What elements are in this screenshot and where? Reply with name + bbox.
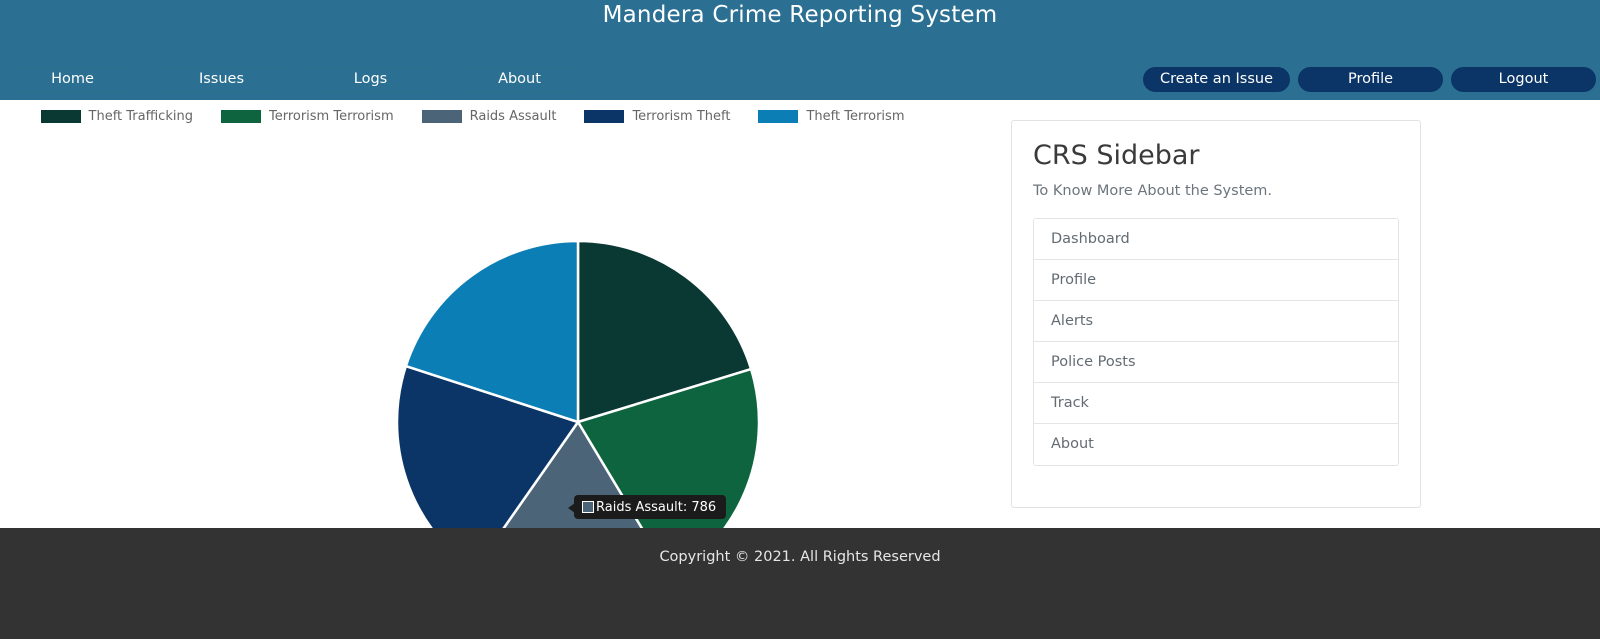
sidebar-item-about[interactable]: About [1034, 423, 1398, 465]
sidebar-item-track[interactable]: Track [1034, 382, 1398, 424]
app-header: Mandera Crime Reporting System Home Issu… [0, 0, 1600, 100]
nav-profile[interactable]: Profile [1298, 67, 1443, 92]
app-footer: Copyright © 2021. All Rights Reserved [0, 528, 1600, 639]
tooltip-arrow-icon [568, 503, 575, 513]
sidebar-list: Dashboard Profile Alerts Police Posts Tr… [1033, 217, 1399, 466]
account-navigation: Create an Issue Profile Logout [1143, 67, 1596, 92]
app-root: Mandera Crime Reporting System Home Issu… [0, 0, 1600, 639]
tooltip-label: Raids Assault: 786 [596, 499, 717, 515]
nav-logs[interactable]: Logs [298, 67, 443, 92]
page-title: Mandera Crime Reporting System [602, 2, 998, 28]
crime-pie-chart: Theft Trafficking Terrorism Terrorism Ra… [0, 100, 1010, 528]
crs-sidebar-card: CRS Sidebar To Know More About the Syste… [1011, 120, 1421, 508]
pie-svg[interactable] [0, 100, 1010, 528]
chart-tooltip: Raids Assault: 786 [568, 495, 727, 519]
sidebar-item-profile[interactable]: Profile [1034, 259, 1398, 301]
nav-create-issue[interactable]: Create an Issue [1143, 67, 1290, 92]
copyright-text: Copyright © 2021. All Rights Reserved [659, 549, 941, 565]
primary-navigation: Home Issues Logs About [0, 67, 592, 92]
nav-home[interactable]: Home [0, 67, 145, 92]
nav-issues[interactable]: Issues [149, 67, 294, 92]
sidebar-item-alerts[interactable]: Alerts [1034, 300, 1398, 342]
main-content: Theft Trafficking Terrorism Terrorism Ra… [0, 100, 1600, 528]
sidebar-title: CRS Sidebar [1033, 140, 1200, 171]
sidebar-item-police-posts[interactable]: Police Posts [1034, 341, 1398, 383]
tooltip-swatch-icon [582, 501, 594, 513]
pie-plot-area [0, 100, 1010, 528]
sidebar-item-dashboard[interactable]: Dashboard [1034, 218, 1398, 260]
nav-logout[interactable]: Logout [1451, 67, 1596, 92]
sidebar-subtitle: To Know More About the System. [1033, 182, 1273, 199]
nav-about[interactable]: About [447, 67, 592, 92]
